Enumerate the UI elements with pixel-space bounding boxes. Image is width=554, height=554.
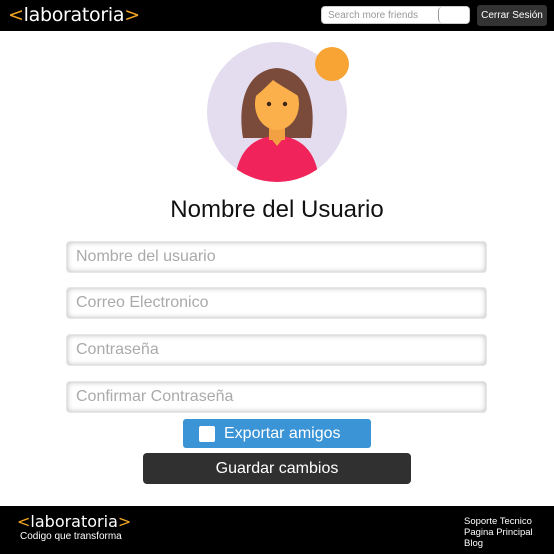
export-friends-label: Exportar amigos bbox=[224, 424, 341, 442]
footer-logo-bracket-right: > bbox=[117, 512, 132, 531]
footer-logo[interactable]: <laboratoria> bbox=[17, 513, 131, 531]
save-button[interactable]: Guardar cambios bbox=[143, 453, 411, 484]
page: <laboratoria> Cerrar Sesión Nombre del U… bbox=[0, 0, 554, 554]
search-button[interactable] bbox=[438, 7, 469, 23]
logo-bracket-left: < bbox=[8, 4, 24, 26]
export-friends-button[interactable]: Exportar amigos bbox=[183, 419, 371, 448]
logo[interactable]: <laboratoria> bbox=[8, 4, 140, 26]
footer-link-home[interactable]: Pagina Principal bbox=[464, 527, 533, 538]
email-field-wrapper bbox=[66, 287, 487, 319]
footer-tagline: Codigo que transforma bbox=[20, 531, 122, 542]
top-bar: <laboratoria> Cerrar Sesión bbox=[0, 0, 554, 31]
logout-button[interactable]: Cerrar Sesión bbox=[477, 5, 547, 26]
footer-links: Soporte Tecnico Pagina Principal Blog bbox=[464, 516, 533, 549]
logo-bracket-right: > bbox=[124, 4, 140, 26]
search-box bbox=[321, 6, 470, 24]
footer-link-support[interactable]: Soporte Tecnico bbox=[464, 516, 533, 527]
username-field-wrapper bbox=[66, 241, 487, 273]
footer-logo-bracket-left: < bbox=[17, 512, 31, 531]
footer: <laboratoria> Codigo que transforma Sopo… bbox=[0, 506, 554, 554]
footer-link-blog[interactable]: Blog bbox=[464, 538, 533, 549]
logo-text: laboratoria bbox=[23, 4, 125, 26]
page-title: Nombre del Usuario bbox=[170, 196, 384, 223]
notification-dot bbox=[315, 47, 349, 81]
email-field[interactable] bbox=[67, 288, 486, 318]
username-field[interactable] bbox=[67, 242, 486, 272]
export-checkbox[interactable] bbox=[199, 425, 215, 442]
footer-logo-text: laboratoria bbox=[30, 512, 118, 531]
password-field-wrapper bbox=[66, 334, 487, 366]
password-field[interactable] bbox=[67, 335, 486, 365]
confirm-password-field[interactable] bbox=[67, 382, 486, 412]
search-input[interactable] bbox=[322, 7, 438, 23]
confirm-password-field-wrapper bbox=[66, 381, 487, 413]
